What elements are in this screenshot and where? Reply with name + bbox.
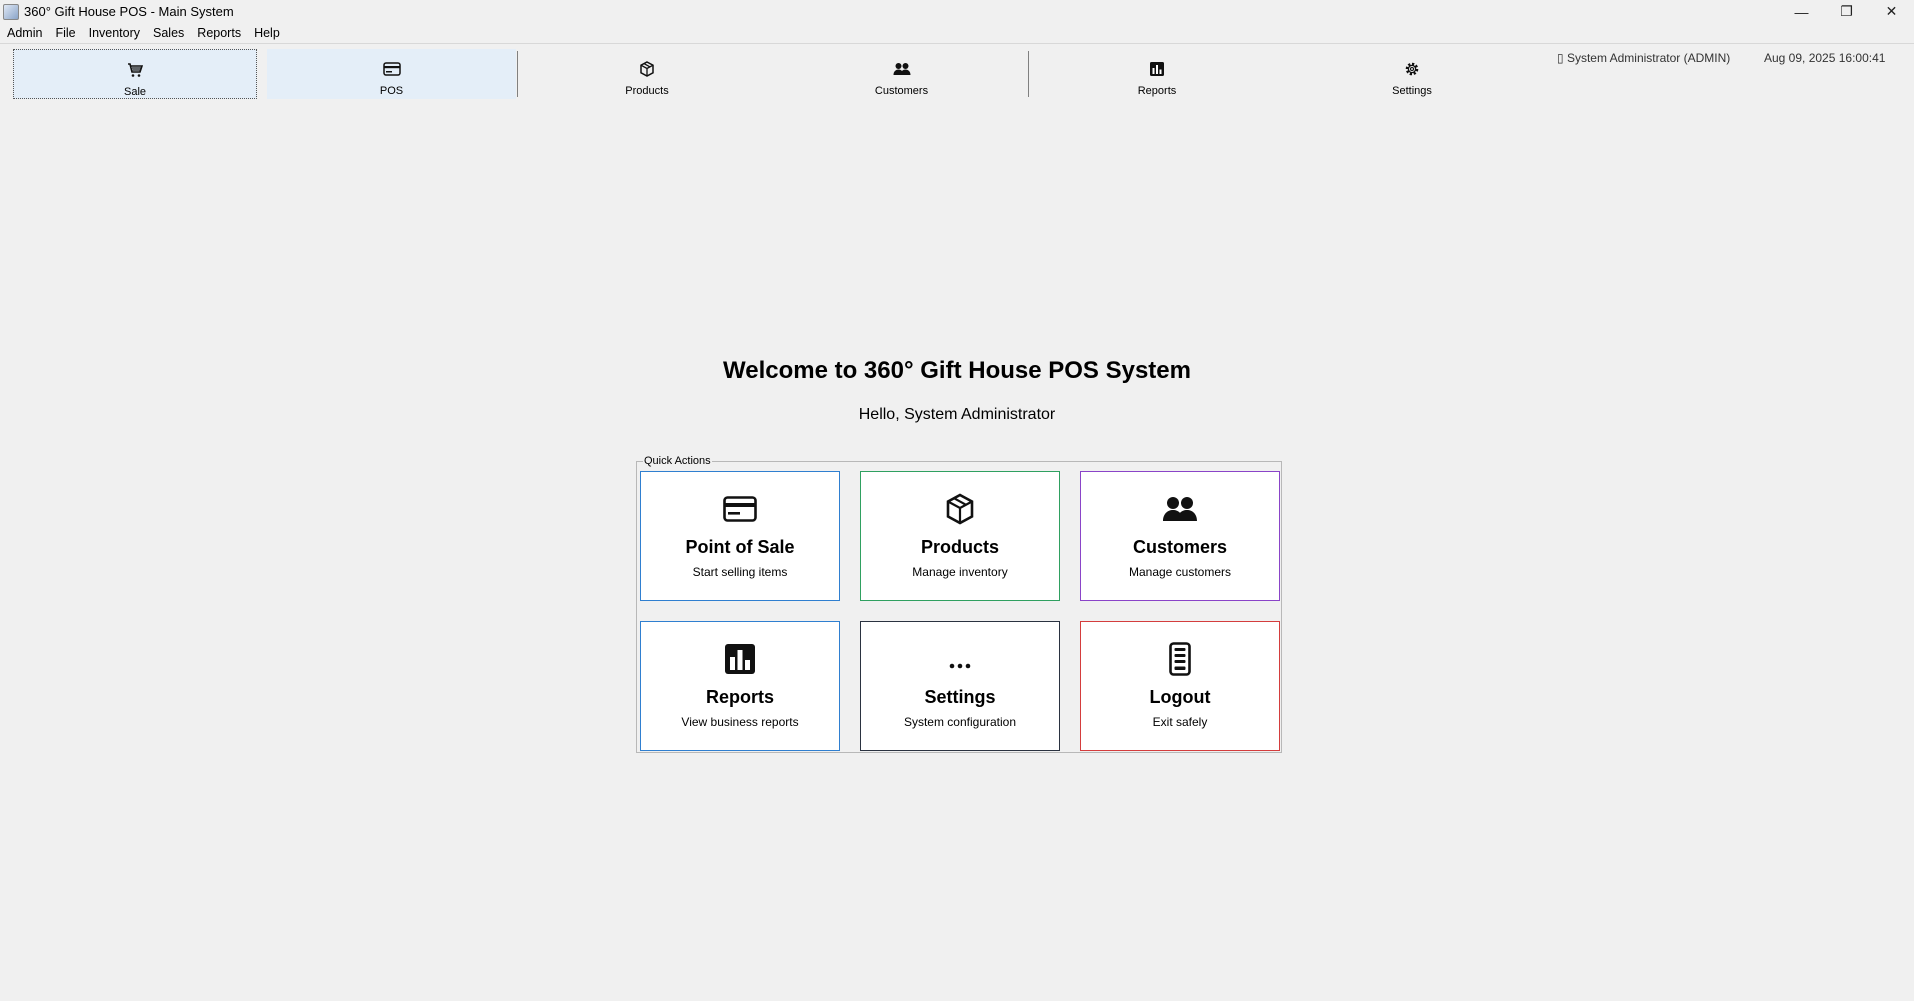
toolbar-settings-label: Settings <box>1392 85 1432 97</box>
card-icon <box>382 59 401 79</box>
toolbar-reports-button[interactable]: Reports <box>1030 49 1284 99</box>
ellipsis-icon <box>948 642 972 676</box>
card-title: Point of Sale <box>685 537 795 557</box>
customers-card[interactable]: Customers Manage customers <box>1080 471 1280 601</box>
toolbar-customers-button[interactable]: Customers <box>775 49 1028 99</box>
card-subtitle: View business reports <box>681 715 799 729</box>
menu-file[interactable]: File <box>52 24 81 42</box>
current-user-label: ▯ System Administrator (ADMIN) <box>1557 51 1731 65</box>
toolbar-sale-label: Sale <box>123 86 147 98</box>
title-bar: 360° Gift House POS - Main System — ❐ ✕ <box>0 0 1914 23</box>
menu-admin[interactable]: Admin <box>4 24 48 42</box>
app-icon <box>3 3 19 20</box>
box-icon <box>944 492 976 526</box>
maximize-button[interactable]: ❐ <box>1824 0 1869 23</box>
datetime-label: Aug 09, 2025 16:00:41 <box>1764 51 1886 65</box>
toolbar-pos-button[interactable]: POS <box>267 49 516 99</box>
window-controls: — ❐ ✕ <box>1779 0 1914 23</box>
cart-icon <box>127 60 143 80</box>
quick-actions-label: Quick Actions <box>643 455 712 467</box>
toolbar-products-label: Products <box>625 85 669 97</box>
card-title: Logout <box>1149 687 1211 707</box>
card-title: Reports <box>705 687 774 707</box>
reports-card[interactable]: Reports View business reports <box>640 621 840 751</box>
toolbar-separator <box>1028 51 1029 97</box>
card-subtitle: Start selling items <box>692 565 788 579</box>
menu-inventory[interactable]: Inventory <box>86 24 146 42</box>
card-subtitle: System configuration <box>903 715 1017 729</box>
card-title: Settings <box>924 687 996 707</box>
card-title: Products <box>920 537 999 557</box>
greeting-text: Hello, System Administrator <box>858 406 1056 423</box>
toolbar-settings-button[interactable]: Settings <box>1285 49 1539 99</box>
card-subtitle: Manage inventory <box>912 565 1008 579</box>
phone-icon <box>1169 642 1191 676</box>
minimize-button[interactable]: — <box>1779 0 1824 23</box>
menu-bar: Admin File Inventory Sales Reports Help <box>0 23 1914 44</box>
window-title: 360° Gift House POS - Main System <box>24 4 234 19</box>
bar-chart-icon <box>724 642 756 676</box>
users-icon <box>1163 492 1197 526</box>
welcome-heading: Welcome to 360° Gift House POS System <box>723 357 1191 384</box>
point-of-sale-card[interactable]: Point of Sale Start selling items <box>640 471 840 601</box>
menu-sales[interactable]: Sales <box>150 24 190 42</box>
minimize-icon: — <box>1794 3 1809 20</box>
card-icon <box>723 492 757 526</box>
close-icon: ✕ <box>1885 3 1898 19</box>
card-subtitle: Exit safely <box>1152 715 1208 729</box>
products-card[interactable]: Products Manage inventory <box>860 471 1060 601</box>
bar-chart-icon <box>1149 59 1165 79</box>
toolbar-reports-label: Reports <box>1137 85 1177 97</box>
users-icon <box>893 59 911 79</box>
toolbar-customers-label: Customers <box>874 85 929 97</box>
restore-icon: ❐ <box>1840 3 1853 19</box>
menu-reports[interactable]: Reports <box>194 24 247 42</box>
toolbar-separator <box>517 51 518 97</box>
toolbar-pos-label: POS <box>379 85 404 97</box>
gear-icon <box>1404 59 1420 79</box>
close-button[interactable]: ✕ <box>1869 0 1914 23</box>
menu-help[interactable]: Help <box>251 24 286 42</box>
card-subtitle: Manage customers <box>1128 565 1232 579</box>
card-title: Customers <box>1132 537 1228 557</box>
logout-card[interactable]: Logout Exit safely <box>1080 621 1280 751</box>
settings-card[interactable]: Settings System configuration <box>860 621 1060 751</box>
box-icon <box>639 59 655 79</box>
toolbar-sale-button[interactable]: Sale <box>13 49 257 99</box>
toolbar-products-button[interactable]: Products <box>520 49 774 99</box>
